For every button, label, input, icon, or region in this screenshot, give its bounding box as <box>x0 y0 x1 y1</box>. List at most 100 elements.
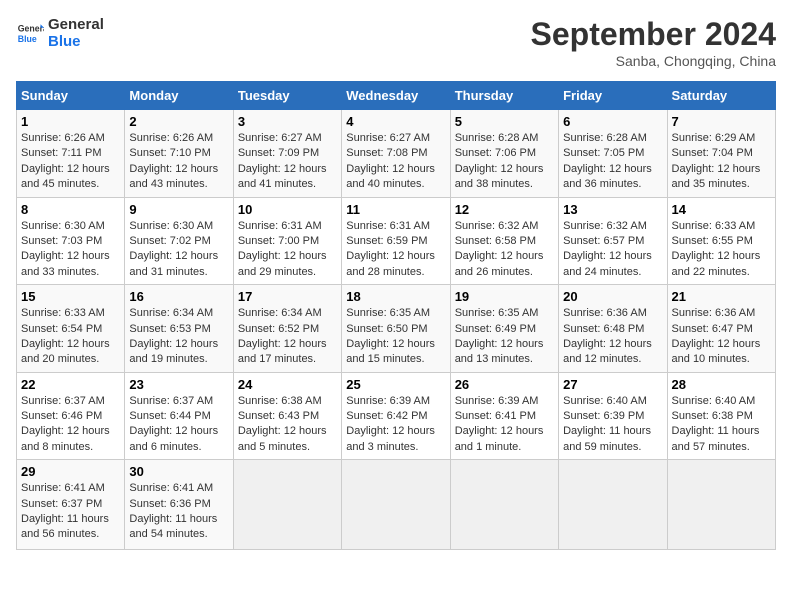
day-number: 21 <box>672 289 771 304</box>
day-info: Sunrise: 6:40 AM Sunset: 6:38 PM Dayligh… <box>672 394 771 456</box>
weekday-header-thursday: Thursday <box>450 82 558 110</box>
day-info: Sunrise: 6:31 AM Sunset: 6:59 PM Dayligh… <box>346 219 445 281</box>
day-info: Sunrise: 6:35 AM Sunset: 6:49 PM Dayligh… <box>455 306 554 368</box>
day-info: Sunrise: 6:40 AM Sunset: 6:39 PM Dayligh… <box>563 394 662 456</box>
day-info: Sunrise: 6:39 AM Sunset: 6:41 PM Dayligh… <box>455 394 554 456</box>
month-title: September 2024 <box>531 16 776 53</box>
day-info: Sunrise: 6:36 AM Sunset: 6:48 PM Dayligh… <box>563 306 662 368</box>
logo-icon: General Blue <box>16 19 44 47</box>
day-number: 6 <box>563 114 662 129</box>
weekday-header-saturday: Saturday <box>667 82 775 110</box>
calendar-cell: 14 Sunrise: 6:33 AM Sunset: 6:55 PM Dayli… <box>667 197 775 285</box>
day-info: Sunrise: 6:27 AM Sunset: 7:09 PM Dayligh… <box>238 131 337 193</box>
day-number: 30 <box>129 464 228 479</box>
calendar-cell: 17 Sunrise: 6:34 AM Sunset: 6:52 PM Dayli… <box>233 285 341 373</box>
day-number: 19 <box>455 289 554 304</box>
calendar-cell: 10 Sunrise: 6:31 AM Sunset: 7:00 PM Dayli… <box>233 197 341 285</box>
day-number: 17 <box>238 289 337 304</box>
day-number: 2 <box>129 114 228 129</box>
day-number: 24 <box>238 377 337 392</box>
calendar-cell: 22Sunrise: 6:37 AM Sunset: 6:46 PM Dayli… <box>17 372 125 460</box>
calendar-cell: 4Sunrise: 6:27 AM Sunset: 7:08 PM Daylig… <box>342 110 450 198</box>
day-info: Sunrise: 6:31 AM Sunset: 7:00 PM Dayligh… <box>238 219 337 281</box>
day-info: Sunrise: 6:32 AM Sunset: 6:57 PM Dayligh… <box>563 219 662 281</box>
day-number: 15 <box>21 289 120 304</box>
calendar-cell: 13 Sunrise: 6:32 AM Sunset: 6:57 PM Dayli… <box>559 197 667 285</box>
day-info: Sunrise: 6:34 AM Sunset: 6:53 PM Dayligh… <box>129 306 228 368</box>
day-number: 18 <box>346 289 445 304</box>
day-number: 8 <box>21 202 120 217</box>
day-info: Sunrise: 6:28 AM Sunset: 7:06 PM Dayligh… <box>455 131 554 193</box>
day-number: 14 <box>672 202 771 217</box>
calendar-cell: 20Sunrise: 6:36 AM Sunset: 6:48 PM Dayli… <box>559 285 667 373</box>
day-info: Sunrise: 6:41 AM Sunset: 6:37 PM Dayligh… <box>21 481 120 543</box>
calendar-cell: 6 Sunrise: 6:28 AM Sunset: 7:05 PM Daylig… <box>559 110 667 198</box>
calendar-cell <box>233 460 341 550</box>
calendar-cell <box>450 460 558 550</box>
day-number: 9 <box>129 202 228 217</box>
calendar-cell: 16 Sunrise: 6:34 AM Sunset: 6:53 PM Dayli… <box>125 285 233 373</box>
calendar-cell <box>667 460 775 550</box>
day-number: 16 <box>129 289 228 304</box>
weekday-header-tuesday: Tuesday <box>233 82 341 110</box>
calendar-cell: 7 Sunrise: 6:29 AM Sunset: 7:04 PM Daylig… <box>667 110 775 198</box>
calendar-cell: 24 Sunrise: 6:38 AM Sunset: 6:43 PM Dayli… <box>233 372 341 460</box>
calendar-cell <box>342 460 450 550</box>
calendar-cell: 29Sunrise: 6:41 AM Sunset: 6:37 PM Dayli… <box>17 460 125 550</box>
calendar-cell: 18 Sunrise: 6:35 AM Sunset: 6:50 PM Dayli… <box>342 285 450 373</box>
day-info: Sunrise: 6:39 AM Sunset: 6:42 PM Dayligh… <box>346 394 445 456</box>
day-info: Sunrise: 6:35 AM Sunset: 6:50 PM Dayligh… <box>346 306 445 368</box>
calendar-cell: 25 Sunrise: 6:39 AM Sunset: 6:42 PM Dayli… <box>342 372 450 460</box>
logo-blue: Blue <box>48 33 104 50</box>
weekday-header-wednesday: Wednesday <box>342 82 450 110</box>
calendar-cell: 12 Sunrise: 6:32 AM Sunset: 6:58 PM Dayli… <box>450 197 558 285</box>
day-number: 4 <box>346 114 445 129</box>
day-number: 11 <box>346 202 445 217</box>
day-number: 7 <box>672 114 771 129</box>
day-info: Sunrise: 6:41 AM Sunset: 6:36 PM Dayligh… <box>129 481 228 543</box>
day-info: Sunrise: 6:26 AM Sunset: 7:11 PM Dayligh… <box>21 131 120 193</box>
day-number: 13 <box>563 202 662 217</box>
calendar-cell: 5 Sunrise: 6:28 AM Sunset: 7:06 PM Daylig… <box>450 110 558 198</box>
weekday-header-friday: Friday <box>559 82 667 110</box>
day-info: Sunrise: 6:36 AM Sunset: 6:47 PM Dayligh… <box>672 306 771 368</box>
calendar-cell: 30 Sunrise: 6:41 AM Sunset: 6:36 PM Dayli… <box>125 460 233 550</box>
day-info: Sunrise: 6:26 AM Sunset: 7:10 PM Dayligh… <box>129 131 228 193</box>
day-number: 5 <box>455 114 554 129</box>
calendar-cell: 15 Sunrise: 6:33 AM Sunset: 6:54 PM Dayli… <box>17 285 125 373</box>
day-number: 12 <box>455 202 554 217</box>
day-info: Sunrise: 6:28 AM Sunset: 7:05 PM Dayligh… <box>563 131 662 193</box>
weekday-header-monday: Monday <box>125 82 233 110</box>
day-number: 23 <box>129 377 228 392</box>
day-number: 1 <box>21 114 120 129</box>
day-info: Sunrise: 6:33 AM Sunset: 6:55 PM Dayligh… <box>672 219 771 281</box>
weekday-header-sunday: Sunday <box>17 82 125 110</box>
page-header: General Blue General Blue September 2024… <box>16 16 776 69</box>
calendar-cell: 26 Sunrise: 6:39 AM Sunset: 6:41 PM Dayli… <box>450 372 558 460</box>
calendar-cell: 9 Sunrise: 6:30 AM Sunset: 7:02 PM Daylig… <box>125 197 233 285</box>
calendar-cell: 11 Sunrise: 6:31 AM Sunset: 6:59 PM Dayli… <box>342 197 450 285</box>
day-number: 27 <box>563 377 662 392</box>
calendar-cell: 27 Sunrise: 6:40 AM Sunset: 6:39 PM Dayli… <box>559 372 667 460</box>
day-info: Sunrise: 6:38 AM Sunset: 6:43 PM Dayligh… <box>238 394 337 456</box>
day-number: 25 <box>346 377 445 392</box>
day-number: 26 <box>455 377 554 392</box>
calendar-cell: 8 Sunrise: 6:30 AM Sunset: 7:03 PM Daylig… <box>17 197 125 285</box>
day-info: Sunrise: 6:29 AM Sunset: 7:04 PM Dayligh… <box>672 131 771 193</box>
logo: General Blue General Blue <box>16 16 104 50</box>
svg-text:General: General <box>18 23 44 33</box>
title-block: September 2024 Sanba, Chongqing, China <box>531 16 776 69</box>
logo-general: General <box>48 16 104 33</box>
day-info: Sunrise: 6:33 AM Sunset: 6:54 PM Dayligh… <box>21 306 120 368</box>
day-info: Sunrise: 6:34 AM Sunset: 6:52 PM Dayligh… <box>238 306 337 368</box>
day-info: Sunrise: 6:30 AM Sunset: 7:03 PM Dayligh… <box>21 219 120 281</box>
day-info: Sunrise: 6:32 AM Sunset: 6:58 PM Dayligh… <box>455 219 554 281</box>
day-number: 10 <box>238 202 337 217</box>
calendar-cell <box>559 460 667 550</box>
calendar-cell: 28Sunrise: 6:40 AM Sunset: 6:38 PM Dayli… <box>667 372 775 460</box>
day-info: Sunrise: 6:30 AM Sunset: 7:02 PM Dayligh… <box>129 219 228 281</box>
calendar-table: SundayMondayTuesdayWednesdayThursdayFrid… <box>16 81 776 550</box>
calendar-cell: 23Sunrise: 6:37 AM Sunset: 6:44 PM Dayli… <box>125 372 233 460</box>
calendar-cell: 19 Sunrise: 6:35 AM Sunset: 6:49 PM Dayli… <box>450 285 558 373</box>
calendar-cell: 21 Sunrise: 6:36 AM Sunset: 6:47 PM Dayli… <box>667 285 775 373</box>
